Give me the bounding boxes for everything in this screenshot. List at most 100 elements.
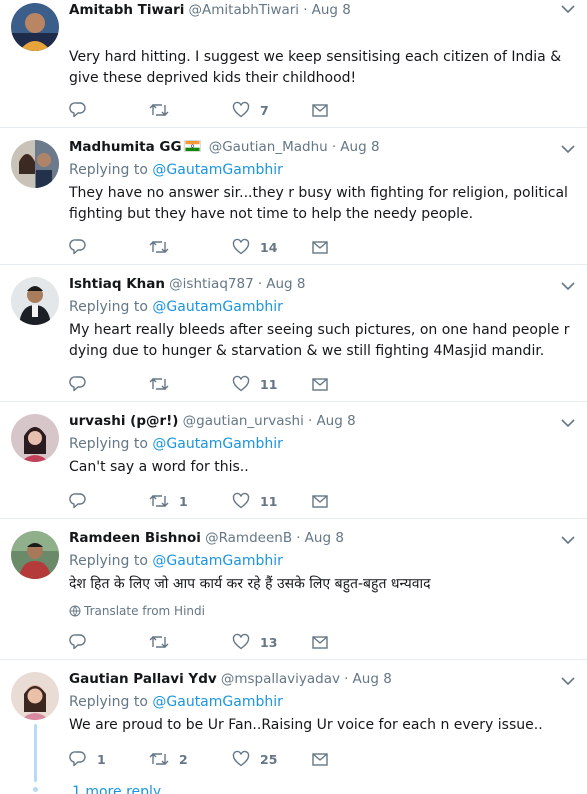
chevron-down-icon[interactable] — [561, 144, 575, 154]
tweet-actions: 14 — [69, 237, 339, 257]
more-replies-link[interactable]: 1 more reply — [72, 784, 161, 794]
like-button[interactable]: 11 — [232, 491, 277, 511]
like-icon — [232, 633, 250, 650]
retweet-button[interactable] — [149, 632, 179, 652]
reply-button[interactable] — [69, 491, 97, 511]
chevron-down-icon[interactable] — [561, 281, 575, 291]
chevron-down-icon[interactable] — [561, 535, 575, 545]
tweet-text: We are proud to be Ur Fan..Raising Ur vo… — [69, 717, 543, 733]
like-count: 11 — [260, 493, 278, 509]
display-name[interactable]: Gautian Pallavi Ydv — [69, 671, 217, 687]
timestamp[interactable]: Aug 8 — [353, 671, 392, 687]
separator-dot: · — [296, 530, 301, 546]
translate-link[interactable]: Translate from Hindi — [69, 603, 205, 619]
avatar[interactable] — [11, 531, 59, 579]
replying-to: Replying to @GautamGambhir — [69, 434, 283, 454]
separator-dot: · — [331, 139, 337, 155]
replying-to-link[interactable]: @GautamGambhir — [152, 436, 282, 452]
message-icon — [312, 495, 328, 508]
like-button[interactable]: 25 — [232, 749, 277, 769]
tweet[interactable]: urvashi (p@r!) @gautian_urvashi · Aug 8 … — [0, 402, 587, 519]
message-button[interactable] — [311, 374, 329, 394]
retweet-button[interactable] — [149, 100, 179, 120]
like-count: 25 — [260, 751, 278, 767]
like-button[interactable]: 11 — [232, 374, 277, 394]
timestamp[interactable]: Aug 8 — [340, 139, 379, 155]
tweet-header: Gautian Pallavi Ydv @mspallaviyadav · Au… — [69, 669, 573, 689]
message-button[interactable] — [311, 237, 329, 257]
display-name[interactable]: Madhumita GG — [69, 139, 182, 155]
retweet-button[interactable]: 1 — [149, 491, 188, 511]
reply-button[interactable] — [69, 237, 97, 257]
like-count: 14 — [260, 239, 278, 255]
avatar[interactable] — [11, 140, 59, 188]
tweet-actions: 7 — [69, 100, 339, 120]
avatar[interactable] — [11, 414, 59, 462]
reply-icon — [69, 751, 86, 767]
replying-prefix: Replying to — [69, 299, 148, 315]
avatar[interactable] — [11, 277, 59, 325]
retweet-icon — [149, 495, 169, 507]
retweet-icon — [149, 241, 169, 253]
user-handle[interactable]: @ishtiaq787 — [169, 276, 254, 292]
reply-button[interactable]: 1 — [69, 749, 106, 769]
retweet-count: 1 — [179, 493, 188, 509]
replying-to-link[interactable]: @GautamGambhir — [152, 553, 282, 569]
tweet[interactable]: Madhumita GG @Gautian_Madhu · Aug 8 Repl… — [0, 128, 587, 265]
like-button[interactable]: 7 — [232, 100, 269, 120]
display-name[interactable]: urvashi (p@r!) — [69, 413, 178, 429]
message-icon — [312, 636, 328, 649]
avatar[interactable] — [11, 3, 59, 51]
reply-button[interactable] — [69, 374, 97, 394]
tweet[interactable]: Ramdeen Bishnoi @RamdeenB · Aug 8 Replyi… — [0, 519, 587, 660]
reply-count: 1 — [97, 751, 106, 767]
like-button[interactable]: 14 — [232, 237, 277, 257]
user-handle[interactable]: @Gautian_Madhu — [209, 139, 328, 155]
retweet-icon — [149, 104, 169, 116]
display-name[interactable]: Ramdeen Bishnoi — [69, 530, 201, 546]
user-handle[interactable]: @AmitabhTiwari — [189, 2, 300, 18]
replying-to-link[interactable]: @GautamGambhir — [152, 162, 282, 178]
separator-dot: · — [344, 671, 349, 687]
message-button[interactable] — [311, 100, 329, 120]
message-button[interactable] — [311, 632, 329, 652]
reply-icon — [69, 493, 86, 509]
chevron-down-icon[interactable] — [561, 676, 575, 686]
retweet-icon — [149, 378, 169, 390]
tweet-header: urvashi (p@r!) @gautian_urvashi · Aug 8 — [69, 411, 573, 431]
retweet-button[interactable]: 2 — [149, 749, 188, 769]
replying-prefix: Replying to — [69, 162, 148, 178]
user-handle[interactable]: @mspallaviyadav — [221, 671, 340, 687]
like-count: 13 — [260, 634, 278, 650]
retweet-button[interactable] — [149, 237, 179, 257]
replying-to-link[interactable]: @GautamGambhir — [152, 299, 282, 315]
separator-dot: · — [257, 276, 263, 292]
retweet-button[interactable] — [149, 374, 179, 394]
like-icon — [232, 101, 250, 118]
chevron-down-icon[interactable] — [561, 4, 575, 14]
replying-to: Replying to @GautamGambhir — [69, 692, 283, 712]
avatar[interactable] — [11, 672, 59, 720]
replying-to-link[interactable]: @GautamGambhir — [152, 694, 282, 710]
like-button[interactable]: 13 — [232, 632, 277, 652]
tweet[interactable]: Ishtiaq Khan @ishtiaq787 · Aug 8 Replyin… — [0, 265, 587, 402]
timestamp[interactable]: Aug 8 — [305, 530, 344, 546]
message-button[interactable] — [311, 491, 329, 511]
timestamp[interactable]: Aug 8 — [316, 413, 355, 429]
reply-button[interactable] — [69, 632, 97, 652]
tweet-text: Can't say a word for this.. — [69, 459, 249, 475]
replying-prefix: Replying to — [69, 553, 148, 569]
display-name[interactable]: Ishtiaq Khan — [69, 276, 165, 292]
timestamp[interactable]: Aug 8 — [266, 276, 305, 292]
tweet-actions: 1 2 25 — [69, 749, 339, 769]
message-button[interactable] — [311, 749, 329, 769]
tweet[interactable]: Amitabh Tiwari @AmitabhTiwari · Aug 8 Ve… — [0, 0, 587, 128]
user-handle[interactable]: @gautian_urvashi — [183, 413, 304, 429]
chevron-down-icon[interactable] — [561, 418, 575, 428]
tweet[interactable]: Gautian Pallavi Ydv @mspallaviyadav · Au… — [0, 660, 587, 794]
reply-button[interactable] — [69, 100, 97, 120]
timestamp[interactable]: Aug 8 — [312, 2, 351, 18]
tweet-actions: 13 — [69, 632, 339, 652]
display-name[interactable]: Amitabh Tiwari — [69, 2, 184, 18]
user-handle[interactable]: @RamdeenB — [205, 530, 292, 546]
